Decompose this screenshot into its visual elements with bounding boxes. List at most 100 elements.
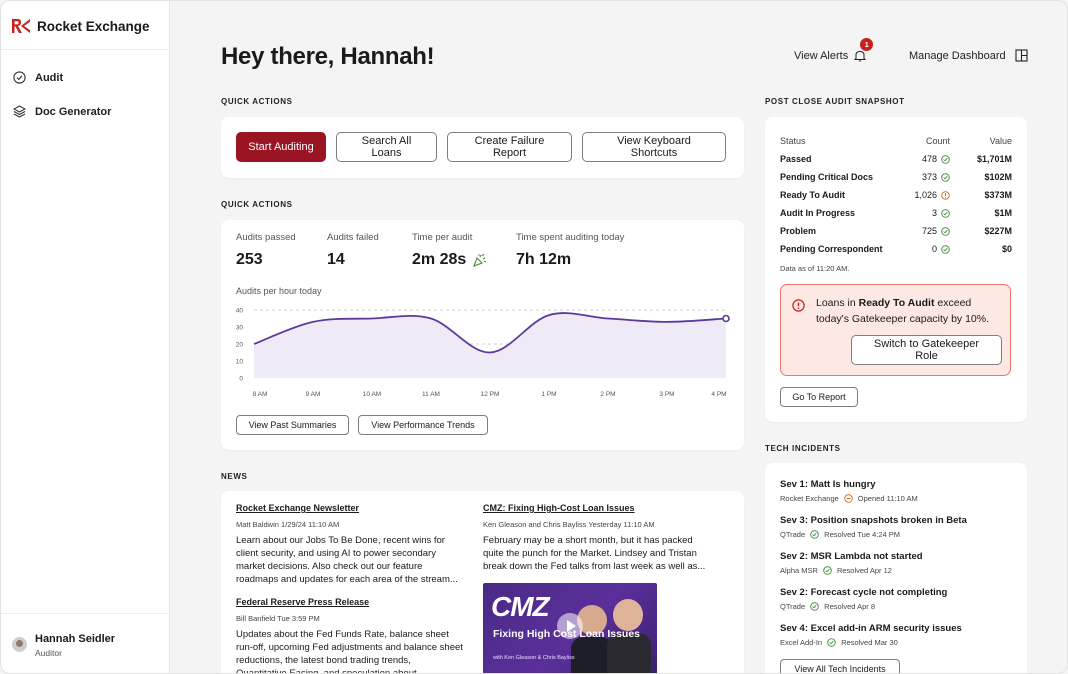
check-circle-icon (823, 566, 832, 575)
view-alerts-label: View Alerts (794, 49, 849, 62)
row-count-cell: 478 (898, 154, 950, 164)
news-article-title[interactable]: Rocket Exchange Newsletter (236, 503, 464, 513)
snapshot-label: POST CLOSE AUDIT SNAPSHOT (765, 97, 905, 106)
check-circle-icon (13, 71, 26, 84)
check-circle-icon (810, 602, 819, 611)
table-row[interactable]: Passed 478 $1,701M (780, 150, 1012, 168)
sidebar-item-label: Audit (35, 71, 64, 84)
incident-item[interactable]: Sev 1: Matt Is hungry Rocket Exchange Open… (780, 479, 918, 503)
news-label: NEWS (221, 472, 248, 481)
incident-status: Resolved Tue 4:24 PM (824, 530, 901, 539)
alert-message: Loans in Ready To Audit exceed today's G… (816, 295, 1006, 327)
row-status: Problem (780, 226, 817, 236)
stat-label: Audits passed (236, 232, 296, 243)
incident-item[interactable]: Sev 4: Excel add-in ARM security issues E… (780, 623, 962, 647)
x-tick-label: 2 PM (600, 391, 615, 398)
view-keyboard-shortcuts-button[interactable]: View Keyboard Shortcuts (582, 132, 726, 162)
y-tick-label: 30 (236, 325, 244, 332)
play-icon[interactable] (557, 613, 583, 639)
news-article-body: Learn about our Jobs To Be Done, recent … (236, 535, 458, 585)
tech-incidents-card: Sev 1: Matt Is hungry Rocket Exchange Open… (765, 463, 1027, 673)
dashboard-layout-icon (1015, 49, 1028, 62)
quick-actions-card: Start Auditing Search All Loans Create F… (221, 117, 744, 178)
row-value: $1,701M (976, 154, 1012, 164)
manage-dashboard-button[interactable]: Manage Dashboard (909, 49, 1028, 62)
table-row[interactable]: Pending Critical Docs 373 $102M (780, 168, 1012, 186)
search-all-loans-button[interactable]: Search All Loans (336, 132, 437, 162)
row-status: Pending Correspondent (780, 244, 883, 254)
user-profile[interactable]: Hannah Seidler Auditor (12, 633, 115, 658)
stat-value: 2m 28s (412, 251, 467, 268)
chart-data-point (722, 314, 730, 323)
x-tick-label: 1 PM (541, 391, 556, 398)
view-past-summaries-button[interactable]: View Past Summaries (236, 415, 349, 435)
stat-value: 253 (236, 251, 263, 268)
sidebar-item-doc-generator[interactable]: Doc Generator (13, 105, 111, 118)
row-count: 478 (921, 154, 937, 164)
stat-label: Time per audit (412, 232, 473, 243)
open-status-icon (844, 494, 853, 503)
table-row[interactable]: Pending Correspondent 0 $0 (780, 240, 1012, 258)
news-article-body: Updates about the Fed Funds Rate, balanc… (236, 629, 463, 674)
incident-source: Excel Add-In (780, 638, 823, 647)
check-circle-icon (941, 226, 950, 236)
stat-time-per-audit: Time per audit 2m 28s (412, 232, 487, 269)
incident-item[interactable]: Sev 2: MSR Lambda not started Alpha MSR Re… (780, 551, 923, 575)
warning-circle-icon (941, 190, 950, 200)
check-circle-icon (810, 530, 819, 539)
news-article-title[interactable]: CMZ: Fixing High-Cost Loan Issues (483, 503, 711, 513)
chart-area-fill (254, 313, 726, 378)
row-count-cell: 3 (898, 208, 950, 218)
table-row[interactable]: Problem 725 $227M (780, 222, 1012, 240)
row-value: $0 (1001, 244, 1012, 254)
table-row[interactable]: Audit In Progress 3 $1M (780, 204, 1012, 222)
thumbnail-byline: with Ken Gleason & Chris Bayliss (493, 655, 575, 661)
x-tick-label: 3 PM (659, 391, 674, 398)
news-article-body: February may be a short month, but it ha… (483, 535, 706, 572)
news-article-title[interactable]: Federal Reserve Press Release (236, 597, 464, 607)
incident-title: Sev 1: Matt Is hungry (780, 479, 876, 490)
layers-icon (13, 105, 26, 118)
news-article-meta: Matt Baldwin 1/29/24 11:10 AM (236, 520, 340, 529)
brand-name: Rocket Exchange (37, 18, 150, 34)
incident-status: Resolved Apr 12 (836, 566, 892, 575)
stat-time-spent: Time spent auditing today 7h 12m (516, 232, 624, 269)
table-row[interactable]: Ready To Audit 1,026 $373M (780, 186, 1012, 204)
row-count-cell: 725 (898, 226, 950, 236)
stats-section-label: QUICK ACTIONS (221, 200, 293, 209)
incident-item[interactable]: Sev 2: Forecast cycle not completing QTra… (780, 587, 947, 611)
alert-text-status: Ready To Audit (858, 297, 935, 309)
audit-stats-card: Audits passed 253 Audits failed 14 Time … (221, 220, 744, 450)
audits-per-hour-chart: 0 10 20 30 40 8 AM 9 AM 10 AM 11 AM 12 PM 1 PM 2 PM… (236, 308, 730, 398)
incident-source: QTrade (780, 530, 806, 539)
sidebar-item-audit[interactable]: Audit (13, 71, 63, 84)
brand[interactable]: Rocket Exchange (11, 18, 150, 34)
view-performance-trends-button[interactable]: View Performance Trends (358, 415, 488, 435)
stat-value: 7h 12m (516, 251, 572, 268)
x-tick-label: 8 AM (253, 391, 268, 398)
divider (1, 613, 170, 614)
row-value: $373M (984, 190, 1012, 200)
go-to-report-button[interactable]: Go To Report (780, 387, 858, 407)
news-article: Federal Reserve Press Release Bill Banfi… (236, 597, 464, 674)
news-video-thumbnail[interactable]: CMZ Fixing High Cost Loan Issues with Ke… (483, 583, 657, 673)
incident-title: Sev 3: Position snapshots broken in Beta (780, 515, 967, 526)
data-timestamp: Data as of 11:20 AM. (780, 264, 850, 273)
y-tick-label: 40 (236, 308, 244, 315)
view-alerts-button[interactable]: View Alerts 1 (794, 38, 874, 62)
switch-to-gatekeeper-button[interactable]: Switch to Gatekeeper Role (851, 335, 1002, 365)
row-status: Ready To Audit (780, 190, 845, 200)
start-auditing-button[interactable]: Start Auditing (236, 132, 326, 162)
create-failure-report-button[interactable]: Create Failure Report (447, 132, 572, 162)
row-count: 725 (921, 226, 937, 236)
row-value: $102M (984, 172, 1012, 182)
incident-source: Rocket Exchange (780, 494, 839, 503)
view-all-tech-incidents-button[interactable]: View All Tech Incidents (780, 659, 900, 673)
stat-audits-passed: Audits passed 253 (236, 232, 296, 269)
incident-item[interactable]: Sev 3: Position snapshots broken in Beta… (780, 515, 967, 539)
y-tick-label: 10 (236, 359, 244, 366)
x-tick-label: 12 PM (481, 391, 500, 398)
sidebar: Rocket Exchange Audit Doc Generator Hann… (1, 1, 170, 673)
incident-source: QTrade (780, 602, 806, 611)
party-popper-icon (473, 253, 487, 267)
